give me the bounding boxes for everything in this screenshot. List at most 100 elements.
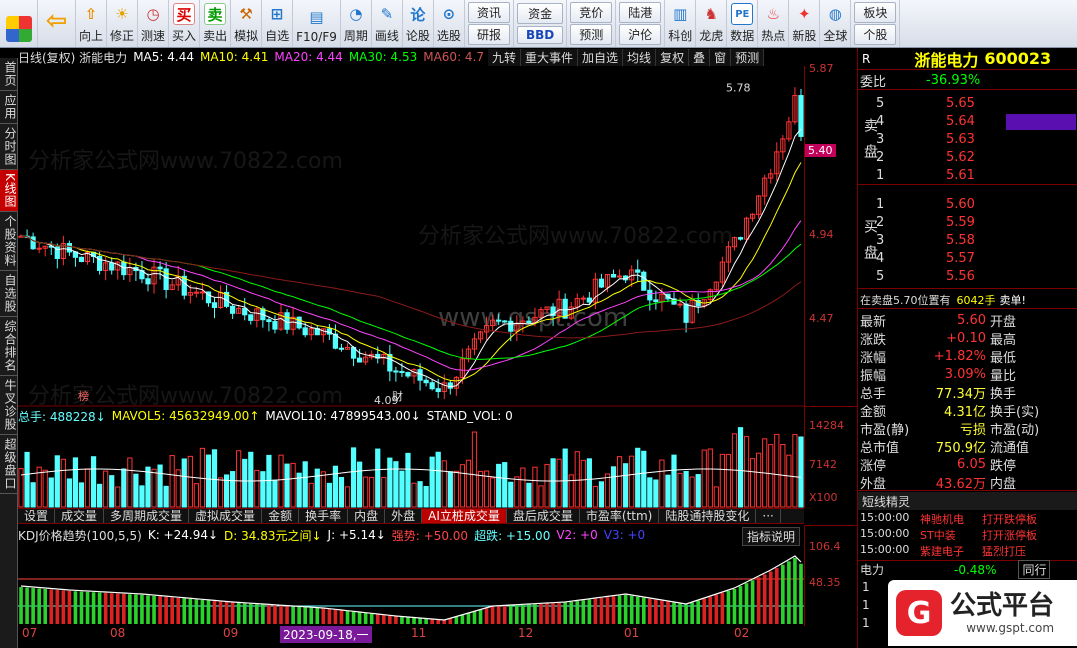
orderbook-row[interactable]: 3 5.58 — [876, 232, 1076, 249]
volume-bar — [193, 483, 199, 508]
left-tab-1[interactable]: 应用 — [0, 91, 18, 124]
hk-connect-button[interactable]: 陆港 — [619, 2, 662, 24]
orderbook-row[interactable]: 4 5.57 — [876, 250, 1076, 267]
kline-tab-3[interactable]: 均线 — [623, 49, 657, 66]
price: 5.62 — [946, 150, 975, 165]
kline-tab-6[interactable]: 窗 — [710, 49, 732, 66]
fund-button[interactable]: 资金 — [516, 3, 564, 24]
kline-tab-0[interactable]: 九转 — [488, 49, 522, 66]
kline-tab-2[interactable]: 加自选 — [578, 49, 624, 66]
kdj-bar — [563, 602, 567, 624]
short-elf-item[interactable]: 15:00:00 神驰机电 打开跌停板 — [858, 511, 1077, 527]
short-elf-header[interactable]: 短线精灵 — [858, 492, 1077, 510]
left-tab-4[interactable]: 个股资料 — [0, 212, 18, 271]
select-stock-button[interactable]: ⊙ 选股 — [434, 0, 465, 47]
kline-tab-1[interactable]: 重大事件 — [521, 49, 579, 66]
sell-button[interactable]: 卖卖出 — [200, 0, 232, 47]
indicator-tab-5[interactable]: 换手率 — [299, 509, 349, 523]
indicator-tabs: 设置 成交量 多周期成交量 虚拟成交量 金额 换手率 内盘 外盘 AI立桩成交量 盘后成交量 市盈率… — [18, 508, 804, 524]
self-select-button[interactable]: ⊞ 自选 — [262, 0, 294, 47]
orderbook-row[interactable]: 5 5.65 — [876, 95, 1076, 112]
simulate-button[interactable]: ⚒ 模拟 — [231, 0, 263, 47]
orderbook-row[interactable]: 4 5.64 — [876, 113, 1076, 130]
indicator-tab-9[interactable]: 盘后成交量 — [507, 509, 580, 523]
global-button[interactable]: ◍ 全球 — [820, 0, 852, 47]
indicator-tab-1[interactable]: 成交量 — [55, 509, 105, 523]
news-button[interactable]: 资讯 — [467, 2, 510, 24]
kline-tab-4[interactable]: 复权 — [656, 49, 690, 66]
kdj-bar — [654, 599, 658, 624]
menu-logo-button[interactable] — [0, 0, 38, 47]
volume-bar — [230, 471, 236, 508]
dragon-tiger-button[interactable]: ♞ 龙虎 — [696, 0, 728, 47]
left-tab-3[interactable]: K线图 — [0, 170, 18, 212]
forecast-button[interactable]: 预测 — [570, 23, 613, 45]
indicator-tab-12[interactable]: ··· — [756, 509, 781, 523]
hot-button[interactable]: ♨ 热点 — [758, 0, 790, 47]
short-elf-item[interactable]: 15:00:00 ST中装 打开涨停板 — [858, 527, 1077, 543]
month-label: 12 — [518, 626, 534, 640]
kline-tab-5[interactable]: 叠 — [689, 49, 711, 66]
dragon-icon: ♞ — [704, 5, 718, 23]
left-tab-0[interactable]: 首页 — [0, 58, 18, 91]
sector-button[interactable]: 板块 — [854, 2, 897, 24]
sh-london-button[interactable]: 沪伦 — [619, 23, 662, 45]
auction-button[interactable]: 竞价 — [570, 2, 613, 24]
short-elf-item[interactable]: 15:00:00 紫建电子 猛烈打压 — [858, 543, 1077, 559]
volume-bar — [707, 448, 713, 508]
orderbook-row[interactable]: 2 5.62 — [876, 149, 1076, 166]
new-stock-button[interactable]: ✦ 新股 — [789, 0, 821, 47]
peer-tab[interactable]: 同行 — [1018, 560, 1051, 579]
research-button[interactable]: 研报 — [467, 23, 510, 45]
single-stock-button[interactable]: 个股 — [854, 23, 897, 45]
indicator-tab-6[interactable]: 内盘 — [348, 509, 386, 523]
f10-button[interactable]: ▤ F10/F9 — [293, 0, 341, 47]
up-button[interactable]: ⇧ 向上 — [76, 0, 108, 47]
kdj-chart[interactable] — [18, 544, 804, 624]
indicator-tab-2[interactable]: 多周期成交量 — [104, 509, 190, 523]
back-button[interactable]: ⇦ — [38, 0, 76, 47]
candle-body — [66, 243, 73, 253]
indicator-tab-7[interactable]: 外盘 — [385, 509, 423, 523]
month-label: 07 — [22, 626, 38, 640]
indicator-tab-4[interactable]: 金额 — [262, 509, 300, 523]
indicator-tab-0[interactable]: 设置 — [18, 509, 56, 523]
ma30-label: MA30: 4.53 — [348, 50, 418, 64]
indicator-tab-11[interactable]: 陆股通持股变化 — [659, 509, 757, 523]
volume-chart[interactable] — [18, 425, 804, 508]
kdj-bar — [400, 616, 404, 624]
buy-button[interactable]: 买买入 — [169, 0, 201, 47]
indicator-tab-10[interactable]: 市盈率(ttm) — [580, 509, 660, 523]
volume-bar — [635, 447, 641, 508]
kdj-bar — [472, 611, 477, 624]
kline-chart[interactable]: 5.784.09榜财 — [18, 66, 804, 407]
volume-bar — [737, 427, 744, 508]
orderbook-row[interactable]: 1 5.61 — [876, 167, 1076, 184]
kdj-bar — [738, 586, 743, 624]
period-button[interactable]: ◔ 周期 — [341, 0, 372, 47]
kline-tab-7[interactable]: 预测 — [731, 49, 765, 66]
left-tab-8[interactable]: 超级盘口 — [0, 435, 18, 494]
indicator-tab-3[interactable]: 虚拟成交量 — [189, 509, 263, 523]
test-button[interactable]: ◷ 测速 — [138, 0, 170, 47]
orderbook-row[interactable]: 2 5.59 — [876, 214, 1076, 231]
left-tab-7[interactable]: 牛叉诊股 — [0, 376, 18, 435]
stat-label: 涨跌 — [860, 332, 887, 348]
indicator-tab-8[interactable]: AI立桩成交量 — [422, 509, 507, 523]
data-button[interactable]: PE 数据 — [727, 0, 759, 47]
kdj-bar — [587, 599, 592, 624]
draw-button[interactable]: ✎ 画线 — [372, 0, 403, 47]
stock-review-button[interactable]: 论论股 — [403, 0, 434, 47]
orderbook-row[interactable]: 3 5.63 — [876, 131, 1076, 148]
left-tab-2[interactable]: 分时图 — [0, 124, 18, 170]
tech-button[interactable]: ▥ 科创 — [665, 0, 697, 47]
fix-button[interactable]: ☀ 修正 — [107, 0, 139, 47]
kdj-bar — [345, 611, 350, 624]
left-tab-5[interactable]: 自选股 — [0, 271, 18, 317]
orderbook-row[interactable]: 1 5.60 — [876, 196, 1076, 213]
bbd-button[interactable]: BBD — [516, 26, 564, 44]
kdj-bar — [315, 608, 320, 624]
orderbook-row[interactable]: 5 5.56 — [876, 268, 1076, 285]
left-tab-6[interactable]: 综合排名 — [0, 317, 18, 376]
kdj-bar — [502, 605, 507, 624]
